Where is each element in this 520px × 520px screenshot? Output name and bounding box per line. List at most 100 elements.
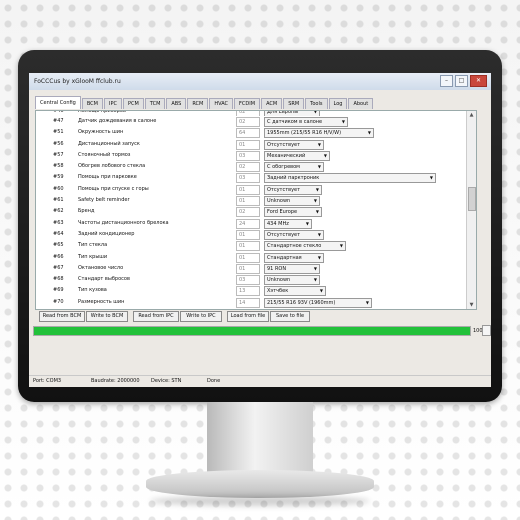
row-name: Октановое число — [78, 264, 124, 271]
row-value-text: Отсутствует — [267, 231, 301, 238]
row-value-dropdown[interactable]: С датчиком в салоне ▼ — [264, 117, 348, 127]
screen: FoCCCus by xGlooM ffclub.ru – □ ✕ Centra… — [29, 73, 491, 387]
monitor: FoCCCus by xGlooM ffclub.ru – □ ✕ Centra… — [18, 50, 502, 402]
row-code-field: 03 — [236, 275, 260, 286]
row-value-text: Механический — [267, 152, 306, 159]
tab-acm[interactable]: ACM — [261, 98, 283, 109]
scroll-thumb[interactable] — [468, 187, 476, 211]
tab-abs[interactable]: ABS — [166, 98, 187, 109]
row-value-text: С датчиком в салоне — [267, 119, 323, 125]
progress-bar — [33, 326, 471, 336]
progress-side-button[interactable] — [482, 325, 491, 336]
row-name: Помощь при парковке — [78, 174, 137, 181]
row-name: Задний кондиционер — [78, 230, 135, 237]
window-title: FoCCCus by xGlooM ffclub.ru — [34, 78, 121, 85]
write-to-ipc-button[interactable]: Write to IPC — [180, 311, 222, 322]
monitor-stand-neck — [207, 402, 313, 472]
close-button[interactable]: ✕ — [470, 75, 487, 87]
maximize-button[interactable]: □ — [455, 75, 468, 87]
read-from-bcm-button[interactable]: Read from BCM — [39, 311, 85, 322]
row-value-dropdown[interactable]: 91 RON ▼ — [264, 263, 320, 274]
tab-log[interactable]: Log — [328, 98, 348, 109]
row-value-dropdown[interactable]: Unknown ▼ — [264, 275, 320, 286]
tab-central-config[interactable]: Central Config — [35, 96, 81, 109]
config-row: #68 Стандарт выбросов 03 Unknown ▼ — [36, 274, 466, 286]
tab-tools[interactable]: Tools — [305, 98, 328, 109]
row-name: Размерность шин — [78, 298, 125, 305]
load-from-file-button[interactable]: Load from file — [227, 311, 269, 322]
row-code-field: 24 — [236, 218, 260, 229]
row-value-dropdown[interactable]: Хэтчбек ▼ — [264, 286, 326, 297]
tab-ipc[interactable]: IPC — [104, 98, 122, 109]
config-row: #70 Размерность шин 14 215/55 R16 93V (1960… — [36, 297, 466, 308]
tab-rcm[interactable]: RCM — [187, 98, 209, 109]
config-panel: #46 Помощь приборов 02 Для Европы ▼ #47 Датчик… — [35, 110, 477, 310]
config-row: #60 Помощь при спуске с горы 01 Отсутствует… — [36, 184, 466, 195]
config-row: #63 Частоты дистанционного брелока 24 434 M… — [36, 218, 466, 229]
row-value-dropdown[interactable]: С обогревом ▼ — [264, 162, 324, 173]
row-code-field: 01 — [236, 252, 260, 263]
dropdown-arrow-icon: ▼ — [339, 243, 343, 249]
save-to-file-button[interactable]: Save to file — [270, 311, 310, 322]
status-state: Done — [207, 378, 221, 384]
row-name: Датчик дождевания в салоне — [78, 118, 157, 124]
row-value-text: Отсутствует — [267, 141, 301, 148]
dropdown-arrow-icon: ▼ — [317, 141, 321, 147]
row-value-text: Задний парктроник — [267, 175, 320, 182]
dropdown-arrow-icon: ▼ — [341, 119, 345, 124]
row-name: Обогрев лобового стекла — [78, 163, 146, 170]
scroll-down-icon[interactable]: ▼ — [467, 301, 476, 309]
tab-srm[interactable]: SRM — [283, 98, 305, 109]
tab-tcm[interactable]: TCM — [144, 98, 166, 109]
dropdown-arrow-icon: ▼ — [317, 164, 321, 170]
vertical-scrollbar[interactable]: ▲ ▼ — [466, 111, 476, 309]
row-value-dropdown[interactable]: Отсутствует ▼ — [264, 229, 324, 240]
dropdown-arrow-icon: ▼ — [305, 220, 309, 226]
window-controls: – □ ✕ — [440, 75, 487, 87]
row-code-field: 02 — [236, 207, 260, 218]
row-value-text: Стандартное стекло — [267, 243, 322, 250]
row-id: #70 — [53, 298, 64, 305]
read-from-ipc-button[interactable]: Read from IPC — [133, 311, 179, 322]
row-code-field: 01 — [236, 184, 260, 195]
row-value-dropdown[interactable]: 215/55 R16 93V (1960mm) ▼ — [264, 297, 372, 308]
row-value-dropdown[interactable]: 434 MHz ▼ — [264, 218, 312, 229]
row-value-dropdown[interactable]: Механический ▼ — [264, 150, 330, 161]
row-value-dropdown[interactable]: Отсутствует ▼ — [264, 139, 324, 150]
scroll-up-icon[interactable]: ▲ — [467, 111, 476, 119]
minimize-button[interactable]: – — [440, 75, 453, 87]
row-value-dropdown[interactable]: 1955mm (215/55 R16 H/V/W) ▼ — [264, 128, 374, 139]
tab-bcm[interactable]: BCM — [81, 98, 103, 109]
row-value-dropdown[interactable]: Ford Europe ▼ — [264, 207, 322, 218]
row-id: #67 — [53, 264, 64, 271]
tab-about[interactable]: About — [348, 98, 374, 109]
row-id: #66 — [53, 253, 64, 260]
row-value-dropdown[interactable]: Стандартное стекло ▼ — [264, 241, 346, 252]
config-row: #65 Тип стекла 01 Стандартное стекло ▼ — [36, 240, 466, 252]
dropdown-arrow-icon: ▼ — [313, 198, 317, 204]
row-value-text: 91 RON — [267, 265, 287, 272]
tab-pcm[interactable]: PCM — [122, 98, 144, 109]
row-id: #63 — [53, 219, 64, 226]
row-code-field: 01 — [236, 263, 260, 274]
row-code-field: 14 — [236, 297, 260, 308]
tab-hvac[interactable]: HVAC — [209, 98, 234, 109]
config-row: #51 Окружность шин 64 1955mm (215/55 R16 H/… — [36, 127, 466, 139]
row-code-field: 02 — [236, 162, 260, 173]
row-value-dropdown[interactable]: Unknown ▼ — [264, 196, 320, 207]
config-row: #58 Обогрев лобового стекла 02 С обогревом ▼ — [36, 161, 466, 173]
dropdown-arrow-icon: ▼ — [323, 152, 327, 158]
row-value-text: Отсутствует — [267, 186, 301, 193]
dropdown-arrow-icon: ▼ — [315, 209, 319, 215]
row-value-dropdown[interactable]: Отсутствует ▼ — [264, 184, 322, 195]
row-code-field: 02 — [236, 117, 260, 127]
row-value-dropdown[interactable]: Задний парктроник ▼ — [264, 173, 436, 184]
row-name: Бренд — [78, 208, 95, 215]
write-to-bcm-button[interactable]: Write to BCM — [86, 311, 128, 322]
status-baudrate: Baudrate: 2000000 — [91, 378, 140, 384]
row-value-text: Ford Europe — [267, 209, 298, 216]
row-name: Стандарт выбросов — [78, 276, 130, 283]
row-id: #64 — [53, 230, 64, 237]
tab-fcdim[interactable]: FCDIM — [234, 98, 261, 109]
row-value-dropdown[interactable]: Стандартная ▼ — [264, 252, 324, 263]
